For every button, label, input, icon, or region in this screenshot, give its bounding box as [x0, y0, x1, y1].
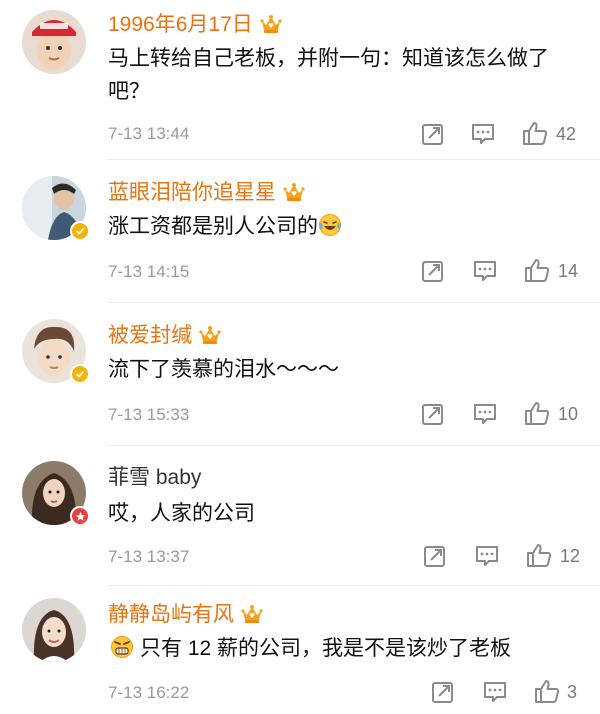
comment-icon[interactable] [472, 401, 498, 427]
repost-icon[interactable] [420, 121, 446, 147]
username[interactable]: 蓝眼泪陪你追星星 ♥ [108, 180, 306, 206]
like-count: 42 [556, 124, 577, 144]
timestamp: 7-13 16:22 [108, 683, 190, 702]
timestamp: 7-13 15:33 [108, 405, 190, 424]
avatar[interactable] [22, 461, 90, 526]
comment-text: 涨工资都是别人公司的 [108, 210, 584, 243]
comment-text: 流下了羡慕的泪水～～～ [108, 358, 339, 381]
avatar[interactable] [22, 176, 90, 241]
like-count: 12 [560, 546, 581, 566]
svg-text:♥: ♥ [207, 333, 213, 341]
username-text[interactable]: 1996年6月17日 [108, 13, 253, 36]
red-star-badge [70, 506, 90, 526]
verified-badge [70, 221, 90, 241]
repost-icon[interactable] [420, 258, 446, 284]
svg-text:♥: ♥ [249, 612, 255, 620]
username[interactable]: 菲雪 baby [108, 465, 201, 491]
vip-crown-icon: ♥ [260, 15, 282, 33]
username[interactable]: 被爱封缄 ♥ [108, 323, 222, 349]
comment-icon[interactable] [482, 679, 508, 705]
star-icon [75, 511, 85, 521]
vip-crown-icon: ♥ [241, 605, 263, 623]
repost-icon[interactable] [422, 543, 448, 569]
username[interactable]: 静静岛屿有风 ♥ [108, 602, 264, 628]
username-text[interactable]: 菲雪 baby [108, 466, 201, 489]
comment-icon[interactable] [474, 543, 500, 569]
divider [108, 159, 600, 160]
comment-icon[interactable] [472, 258, 498, 284]
svg-text:♥: ♥ [268, 22, 274, 30]
username[interactable]: 1996年6月17日 ♥ [108, 12, 283, 38]
timestamp: 7-13 13:37 [108, 547, 190, 566]
comment-icon[interactable] [470, 121, 496, 147]
avatar[interactable] [22, 319, 90, 384]
divider [108, 585, 600, 586]
angry-emoji [111, 636, 133, 658]
like-count: 10 [558, 404, 579, 424]
avatar[interactable] [22, 598, 86, 662]
username-text[interactable]: 被爱封缄 [108, 324, 192, 347]
comment-text-body: 涨工资都是别人公司的 [108, 215, 318, 238]
avatar-image [22, 10, 86, 74]
thumbs-up-icon[interactable] [526, 542, 552, 568]
divider [108, 445, 600, 446]
repost-icon[interactable] [420, 401, 446, 427]
comment-text-body: 只有 12 薪的公司，我是不是该炒了老板 [140, 637, 512, 660]
verified-badge [70, 364, 90, 384]
divider [108, 302, 600, 303]
thumbs-up-icon[interactable] [522, 120, 548, 146]
svg-text:♥: ♥ [291, 190, 297, 198]
check-icon [75, 227, 85, 235]
thumbs-up-icon[interactable] [524, 257, 550, 283]
repost-icon[interactable] [430, 679, 456, 705]
comment-text: 哎，人家的公司 [108, 502, 255, 525]
like-count: 3 [567, 682, 578, 702]
laughing-crying-emoji [319, 214, 341, 236]
vip-crown-icon: ♥ [283, 183, 305, 201]
thumbs-up-icon[interactable] [524, 400, 550, 426]
comment-text: 马上转给自己老板，并附一句：知道该怎么做了吧？ [108, 47, 549, 103]
vip-crown-icon: ♥ [199, 326, 221, 344]
timestamp: 7-13 14:15 [108, 262, 190, 281]
username-text[interactable]: 蓝眼泪陪你追星星 [108, 181, 276, 204]
comment-text: 只有 12 薪的公司，我是不是该炒了老板 [110, 632, 586, 665]
timestamp: 7-13 13:44 [108, 124, 190, 143]
avatar-image [22, 598, 86, 662]
check-icon [75, 370, 85, 378]
thumbs-up-icon[interactable] [534, 678, 560, 704]
like-count: 14 [558, 261, 579, 281]
avatar[interactable] [22, 10, 86, 74]
username-text[interactable]: 静静岛屿有风 [108, 603, 234, 626]
